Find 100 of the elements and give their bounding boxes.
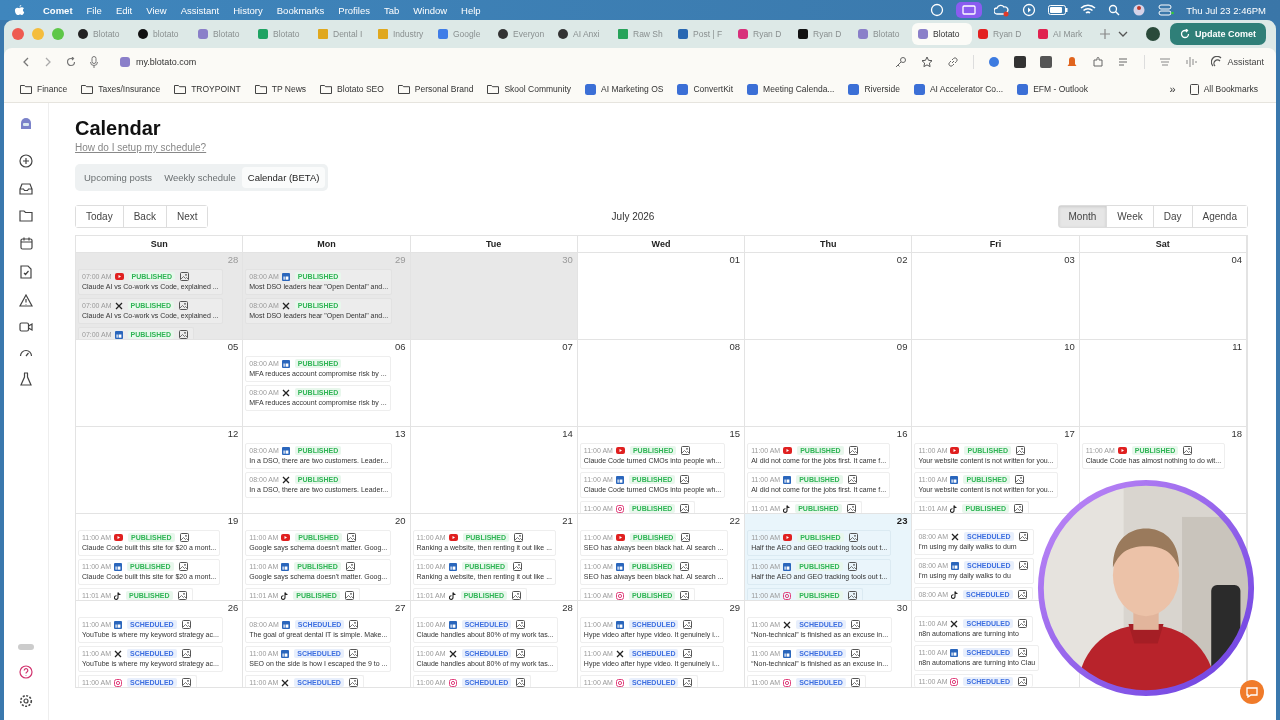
- site-icon: [747, 83, 759, 95]
- close-icon[interactable]: [12, 28, 24, 40]
- microphone-icon[interactable]: [90, 56, 98, 68]
- bookmark[interactable]: Meeting Calenda...: [747, 83, 835, 95]
- bookmark[interactable]: TP News: [254, 84, 307, 94]
- bookmark[interactable]: Taxes/Insurance: [81, 84, 161, 94]
- day-number: 02: [895, 253, 909, 266]
- file-check-icon[interactable]: [20, 265, 32, 279]
- key-icon[interactable]: [895, 56, 908, 68]
- link-icon[interactable]: [947, 56, 960, 68]
- star-icon[interactable]: [921, 56, 934, 68]
- bookmark[interactable]: Finance: [20, 84, 68, 94]
- weekday-header: Wed: [577, 236, 746, 252]
- day-number: 12: [226, 427, 240, 440]
- all-bookmarks[interactable]: All Bookmarks: [1189, 83, 1258, 95]
- menu-item[interactable]: History: [233, 4, 263, 16]
- menu-item[interactable]: Assistant: [180, 4, 220, 16]
- bookmark[interactable]: Skool Community: [487, 84, 572, 94]
- menu-item[interactable]: Edit: [115, 4, 133, 16]
- bookmark[interactable]: EFM - Outlook: [1017, 83, 1088, 95]
- menu-item[interactable]: File: [86, 4, 102, 16]
- music-note-icon: [783, 504, 791, 513]
- x-icon: [448, 649, 457, 658]
- warning-icon[interactable]: [19, 294, 33, 307]
- video-icon[interactable]: [19, 322, 33, 332]
- x-icon: [783, 620, 792, 629]
- menu-item[interactable]: Bookmarks: [276, 4, 325, 16]
- back-icon[interactable]: [22, 57, 30, 67]
- day-number: 30: [561, 253, 574, 266]
- square-logo-icon: [281, 649, 290, 658]
- folder-icon: [81, 84, 94, 94]
- music-note-icon: [281, 591, 289, 600]
- view-tab[interactable]: Weekly schedule: [158, 167, 242, 188]
- wifi-icon[interactable]: [1080, 4, 1097, 16]
- bookmark[interactable]: TROYPOINT: [174, 84, 241, 94]
- battery-icon[interactable]: [1048, 5, 1069, 15]
- bookmark[interactable]: Personal Brand: [397, 84, 474, 94]
- view-tab[interactable]: Upcoming posts: [78, 167, 159, 188]
- weekday-header: Mon: [243, 236, 411, 252]
- puzzle-icon[interactable]: [1092, 56, 1105, 68]
- menu-item[interactable]: Window: [413, 4, 448, 16]
- bookmark[interactable]: Blotato SEO: [320, 84, 384, 94]
- clock[interactable]: Thu Jul 23 2:46PM: [1186, 4, 1266, 16]
- gauge-icon[interactable]: [19, 347, 33, 357]
- day-number: 28: [561, 601, 574, 614]
- chat-icon: [1246, 686, 1258, 698]
- weekday-header: Thu: [745, 236, 913, 252]
- help-link[interactable]: How do I setup my schedule?: [75, 142, 207, 153]
- square-logo-icon: [950, 475, 959, 484]
- bookmark[interactable]: AI Accelerator Co...: [913, 83, 1004, 95]
- toggle-icon[interactable]: [1158, 4, 1175, 16]
- square-logo-icon: [281, 620, 290, 629]
- square-icon: [798, 29, 808, 39]
- address-field[interactable]: my.blotato.com: [112, 52, 882, 72]
- search-icon[interactable]: [1108, 4, 1121, 16]
- chat-button[interactable]: [1240, 680, 1264, 704]
- more-bookmarks-button[interactable]: »: [1169, 83, 1176, 95]
- square-logo-icon: [615, 620, 624, 629]
- day-number: 09: [895, 340, 909, 353]
- day-number: 18: [1230, 427, 1243, 440]
- menu-item[interactable]: Help: [461, 4, 481, 16]
- bookmark[interactable]: Riverside: [848, 83, 900, 95]
- day-number: 30: [895, 601, 909, 614]
- apple-icon[interactable]: [14, 3, 25, 17]
- cloud-icon[interactable]: [994, 3, 1011, 17]
- music-note-icon: [950, 504, 958, 513]
- settings-icon[interactable]: [19, 694, 33, 708]
- square-icon: [318, 29, 328, 39]
- site-icon: [913, 83, 925, 95]
- reload-icon[interactable]: [66, 57, 76, 67]
- flask-icon[interactable]: [20, 372, 32, 386]
- day-number: 26: [226, 601, 240, 614]
- view-tab[interactable]: Calendar (BETA): [241, 167, 326, 188]
- nav-button[interactable]: Today: [76, 206, 124, 227]
- menu-item[interactable]: Profiles: [338, 4, 370, 16]
- square-logo-icon: [950, 648, 959, 657]
- help-icon[interactable]: [19, 665, 33, 679]
- bookmark[interactable]: AI Marketing OS: [585, 83, 664, 95]
- add-icon[interactable]: [19, 154, 33, 168]
- chevron-icon[interactable]: [1118, 31, 1128, 37]
- screen-share-icon[interactable]: [956, 2, 983, 18]
- square-icon: [258, 29, 268, 39]
- browser-tab[interactable]: Blotato: [912, 23, 972, 45]
- assistant-button[interactable]: Assistant: [1211, 56, 1264, 68]
- square-logo-icon: [114, 330, 123, 339]
- menu-item[interactable]: Tab: [384, 4, 400, 16]
- range-button[interactable]: Month: [1058, 206, 1108, 227]
- day-number: 21: [561, 514, 574, 527]
- site-icon: [1017, 83, 1029, 95]
- toggle-icon[interactable]: [18, 644, 34, 650]
- app-menu[interactable]: Comet: [43, 4, 73, 16]
- bell-icon[interactable]: [1066, 56, 1079, 68]
- x-icon: [951, 532, 959, 541]
- menu-item[interactable]: View: [146, 4, 167, 16]
- bookmark[interactable]: ConvertKit: [677, 83, 734, 95]
- day-number: 22: [728, 514, 742, 527]
- day-number: 23: [895, 514, 909, 527]
- folder-icon[interactable]: [19, 210, 33, 222]
- update-button[interactable]: Update Comet: [1170, 23, 1266, 45]
- inbox-icon[interactable]: [19, 183, 33, 195]
